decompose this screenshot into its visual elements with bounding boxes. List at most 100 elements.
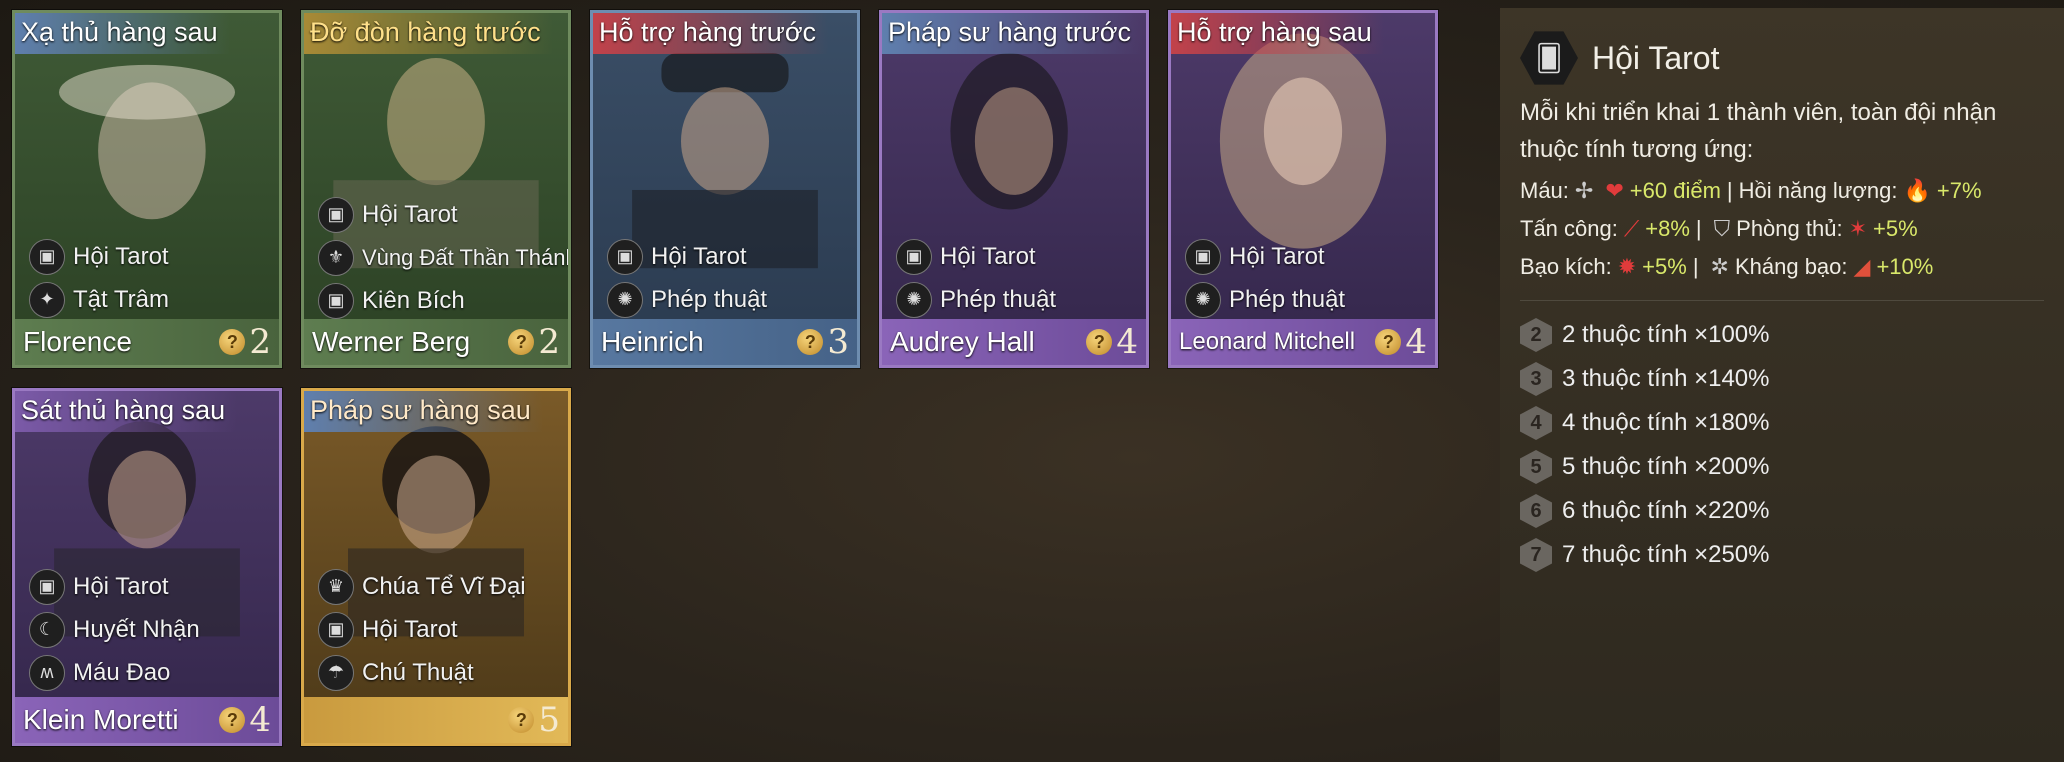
- stat-value: +5%: [1642, 254, 1687, 279]
- cost-value: 2: [538, 322, 560, 362]
- separator: |: [1692, 254, 1699, 279]
- stat-label: Máu:: [1520, 178, 1569, 203]
- tier-label: 3 thuộc tính ×140%: [1562, 365, 1770, 392]
- trait-label: Kiên Bích: [362, 286, 465, 314]
- tarot-icon: ▣: [607, 238, 643, 275]
- tier-hex-icon: 6: [1520, 494, 1552, 528]
- coin-icon: ?: [1086, 329, 1113, 355]
- stat-label: Tấn công:: [1520, 216, 1618, 241]
- tier-label: 5 thuộc tính ×200%: [1562, 453, 1770, 480]
- tier-row: 2 2 thuộc tính ×100%: [1520, 313, 2044, 357]
- separator: |: [1695, 216, 1702, 241]
- role-tag: Hỗ trợ hàng trước: [593, 13, 829, 54]
- tarot-icon: ▣: [318, 196, 354, 233]
- sword-icon: ⟋: [1623, 216, 1640, 241]
- hero-name: Klein Moretti: [23, 704, 179, 735]
- magic-icon: ✺: [1185, 281, 1221, 318]
- cost-value: 4: [249, 700, 271, 740]
- trait-label: Phép thuật: [651, 285, 768, 313]
- trait-label: Hội Tarot: [362, 615, 458, 643]
- shield-trait-icon: ▣: [318, 282, 354, 319]
- separator: |: [1726, 178, 1733, 203]
- card-footer: Leonard Mitchell ? 4: [1171, 319, 1435, 365]
- hero-card-heinrich[interactable]: Hỗ trợ hàng trước ▣ Hội Tarot ✺ Phép thuật…: [590, 10, 860, 368]
- cost-value: 4: [1405, 322, 1427, 362]
- card-footer: Klein Moretti ? 4: [15, 697, 279, 743]
- hero-name: Florence: [23, 326, 132, 357]
- stat-value: +7%: [1936, 178, 1982, 203]
- tier-row: 6 6 thuộc tính ×220%: [1520, 489, 2044, 533]
- hero-name: Werner Berg: [312, 326, 471, 357]
- tier-hex-icon: 4: [1520, 406, 1552, 440]
- rising-chart-icon: ◢: [1853, 254, 1871, 279]
- trait-row: ✦ Tật Trâm: [29, 278, 169, 321]
- trait-label: Hội Tarot: [1229, 242, 1325, 270]
- hero-card-audrey-hall[interactable]: Pháp sư hàng trước ▣ Hội Tarot ✺ Phép thuậ…: [879, 10, 1149, 368]
- divider: [1520, 300, 2044, 301]
- hero-card-leonard-mitchell[interactable]: Hỗ trợ hàng sau ▣ Hội Tarot ✺ Phép thuật L…: [1168, 10, 1438, 368]
- tier-hex-icon: 5: [1520, 450, 1552, 484]
- hero-card-gold[interactable]: Pháp sư hàng sau ♛ Chúa Tể Vĩ Đại ▣ Hội Ta…: [301, 388, 571, 746]
- tier-label: 7 thuộc tính ×250%: [1562, 541, 1770, 568]
- magic-icon: ✺: [607, 281, 643, 318]
- coin-icon: ?: [219, 329, 246, 355]
- tier-row: 5 5 thuộc tính ×200%: [1520, 445, 2044, 489]
- card-footer: Heinrich ? 3: [593, 319, 857, 365]
- hero-card-florence[interactable]: Xạ thủ hàng sau ▣ Hội Tarot ✦ Tật Trâm Flo…: [12, 10, 282, 368]
- tarot-icon: ▣: [29, 238, 65, 275]
- compass-icon: ✢: [1574, 178, 1594, 203]
- stat-row-crit: Bạo kích: ✹ +5% | ✲ Kháng bạo: ◢ +10%: [1520, 248, 2044, 286]
- card-footer: Audrey Hall ? 4: [882, 319, 1146, 365]
- trait-label: Hội Tarot: [940, 242, 1036, 270]
- tier-hex-icon: 2: [1520, 318, 1552, 352]
- trait-label: Tật Trâm: [73, 285, 170, 313]
- stat-value: +8%: [1645, 216, 1690, 241]
- role-tag: Hỗ trợ hàng sau: [1171, 13, 1384, 54]
- heart-icon: ❤: [1605, 178, 1624, 203]
- role-tag: Pháp sư hàng sau: [304, 391, 543, 432]
- hero-card-klein-moretti[interactable]: Sát thủ hàng sau ▣ Hội Tarot ☾ Huyết Nhận …: [12, 388, 282, 746]
- trait-label: Máu Đao: [73, 658, 171, 686]
- stat-label: Phòng thủ:: [1736, 216, 1843, 241]
- tarot-icon: ▣: [29, 568, 65, 605]
- stat-row-hp: Máu: ✢ ❤ +60 điểm | Hồi năng lượng: 🔥 +7…: [1520, 172, 2044, 210]
- cost-badge: ? 3: [797, 322, 849, 362]
- cost-value: 5: [538, 700, 560, 740]
- role-tag: Đỡ đòn hàng trước: [304, 13, 553, 54]
- cost-badge: ? 5: [508, 700, 560, 740]
- role-tag: Xạ thủ hàng sau: [15, 13, 230, 54]
- hero-name: Leonard Mitchell: [1179, 328, 1356, 355]
- hero-name: Audrey Hall: [890, 326, 1035, 357]
- coin-icon: ?: [508, 329, 535, 355]
- cost-value: 4: [1116, 322, 1138, 362]
- magic-icon: ✺: [896, 281, 932, 318]
- coin-icon: ?: [508, 707, 535, 733]
- trait-label: Hội Tarot: [651, 242, 747, 270]
- great-lord-icon: ♛: [318, 568, 354, 605]
- trait-row: ▣ Hội Tarot: [29, 235, 169, 278]
- trait-label: Hội Tarot: [362, 200, 458, 228]
- holy-land-icon: ⚜: [318, 239, 354, 276]
- crit-icon: ✹: [1617, 254, 1637, 279]
- tier-hex-icon: 7: [1520, 538, 1552, 572]
- tarot-cards-icon: 🂠: [1520, 31, 1578, 85]
- trait-label: Vùng Đất Thần Thánh: [362, 244, 571, 270]
- stat-value: +60 điểm: [1629, 178, 1721, 203]
- card-footer: Florence ? 2: [15, 319, 279, 365]
- hero-card-werner-berg[interactable]: Đỡ đòn hàng trước ▣ Hội Tarot ⚜ Vùng Đất T…: [301, 10, 571, 368]
- tier-label: 6 thuộc tính ×220%: [1562, 497, 1770, 524]
- trait-label: Huyết Nhận: [73, 615, 200, 643]
- card-footer: Werner Berg ? 2: [304, 319, 568, 365]
- crit-resist-icon: ✲: [1710, 254, 1729, 279]
- stat-label: Kháng bạo:: [1734, 254, 1848, 279]
- tier-hex-icon: 3: [1520, 362, 1552, 396]
- flame-icon: 🔥: [1903, 178, 1931, 203]
- stat-row-attack: Tấn công: ⟋ +8% | ⛉ Phòng thủ: ✶ +5%: [1520, 210, 2044, 248]
- tier-label: 4 thuộc tính ×180%: [1562, 409, 1770, 436]
- cost-badge: ? 4: [1086, 322, 1138, 362]
- tier-row: 3 3 thuộc tính ×140%: [1520, 357, 2044, 401]
- cost-badge: ? 2: [508, 322, 560, 362]
- cost-value: 2: [249, 322, 271, 362]
- synergy-description: Mỗi khi triển khai 1 thành viên, toàn độ…: [1520, 99, 1997, 163]
- archer-icon: ✦: [29, 281, 65, 318]
